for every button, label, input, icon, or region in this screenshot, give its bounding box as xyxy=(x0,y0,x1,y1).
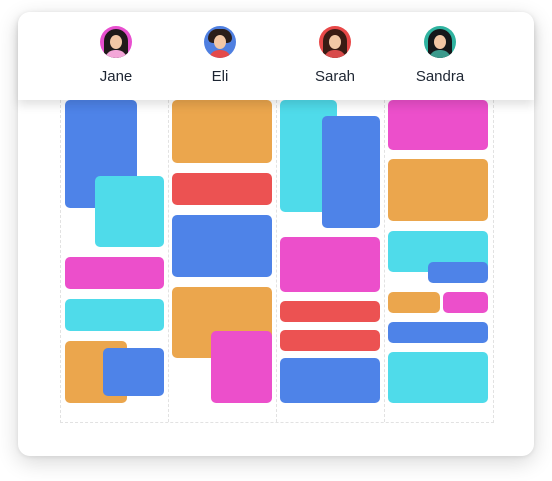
person-eli[interactable]: Eli xyxy=(175,26,265,85)
person-name: Jane xyxy=(99,68,133,85)
shift-block[interactable] xyxy=(388,352,488,403)
shift-block[interactable] xyxy=(103,348,164,396)
shift-block[interactable] xyxy=(443,292,488,313)
avatar-sandra-icon xyxy=(424,26,456,58)
shift-block[interactable] xyxy=(388,159,488,221)
avatar-sarah-icon xyxy=(319,26,351,58)
person-jane[interactable]: Jane xyxy=(71,26,161,85)
avatar-jane-icon xyxy=(100,26,132,58)
team-header: Jane Eli Sarah Sandra xyxy=(18,12,534,100)
shift-block[interactable] xyxy=(172,100,272,163)
shift-block[interactable] xyxy=(95,176,164,247)
shift-block[interactable] xyxy=(322,116,380,228)
column-divider xyxy=(276,100,277,422)
column-divider xyxy=(384,100,385,422)
shift-block[interactable] xyxy=(65,299,164,331)
shift-block[interactable] xyxy=(388,322,488,343)
person-name: Sarah xyxy=(314,68,356,85)
person-name: Sandra xyxy=(415,68,465,85)
shift-block[interactable] xyxy=(388,100,488,150)
shift-block[interactable] xyxy=(428,262,488,283)
shift-block[interactable] xyxy=(388,292,440,313)
shift-block[interactable] xyxy=(280,301,380,322)
shift-block[interactable] xyxy=(65,257,164,289)
avatar-eli-icon xyxy=(204,26,236,58)
person-sarah[interactable]: Sarah xyxy=(290,26,380,85)
person-name: Eli xyxy=(211,68,229,85)
shift-block[interactable] xyxy=(172,173,272,205)
shift-block[interactable] xyxy=(172,215,272,277)
shift-block[interactable] xyxy=(280,237,380,292)
person-sandra[interactable]: Sandra xyxy=(395,26,485,85)
schedule-grid xyxy=(60,100,494,423)
shift-block[interactable] xyxy=(280,358,380,403)
column-divider xyxy=(168,100,169,422)
shift-block[interactable] xyxy=(280,330,380,351)
shift-block[interactable] xyxy=(211,331,272,403)
